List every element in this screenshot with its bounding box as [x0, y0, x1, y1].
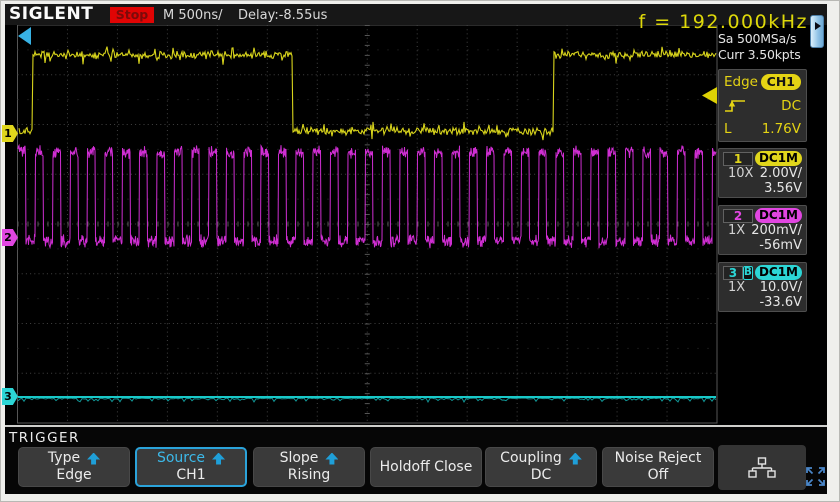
softkey-holdoff-label: Holdoff Close: [380, 459, 473, 476]
memory-depth-readout: Curr 3.50kpts: [718, 47, 801, 62]
trigger-source-badge: CH1: [761, 74, 801, 90]
channel-3-coupling-badge: DC1M: [755, 265, 802, 280]
sample-rate-readout: Sa 500MSa/s: [718, 31, 796, 46]
network-status-button[interactable]: [718, 445, 806, 490]
trigger-level-prefix: L: [724, 121, 732, 137]
channel-1-number: 1: [723, 152, 753, 166]
rising-edge-icon: [724, 98, 746, 113]
channel-1-probe: 10X: [723, 166, 753, 181]
channel-1-coupling-badge: DC1M: [755, 151, 802, 166]
menu-scrollbar[interactable]: [810, 15, 824, 48]
softkey-coupling-value: DC: [531, 467, 552, 484]
channel-3-number: 3: [723, 266, 743, 280]
softkey-type-label: Type: [48, 450, 80, 467]
scrollbar-arrow-icon: [815, 22, 821, 30]
expand-fullscreen-icon[interactable]: [805, 466, 826, 487]
up-arrow-icon: [569, 453, 582, 465]
frequency-counter: f = 192.000kHz: [638, 11, 808, 33]
trigger-level-value: 1.76V: [762, 121, 801, 137]
menu-title: TRIGGER: [9, 430, 80, 446]
softkey-slope-label: Slope: [280, 450, 319, 467]
channel-3-bus-badge: B: [743, 266, 753, 280]
acquisition-state-badge: Stop: [110, 7, 154, 23]
oscilloscope-screen: [5, 4, 827, 494]
channel-3-scale: 10.0V/: [760, 280, 802, 295]
channel-3-offset: -33.6V: [759, 295, 802, 310]
menu-separator: [5, 425, 827, 427]
up-arrow-icon: [325, 453, 338, 465]
brand-logo: SIGLENT: [9, 4, 93, 24]
softkey-type-button[interactable]: Type Edge: [18, 447, 130, 487]
softkey-coupling-label: Coupling: [500, 450, 562, 467]
channel-1-offset: 3.56V: [764, 181, 802, 196]
softkey-type-value: Edge: [56, 467, 91, 484]
timebase-readout: M 500ns/: [163, 8, 223, 23]
softkey-source-label: Source: [157, 450, 205, 467]
softkey-holdoff-button[interactable]: Holdoff Close: [370, 447, 482, 487]
trigger-coupling-label: DC: [781, 98, 801, 114]
softkey-slope-value: Rising: [288, 467, 331, 484]
channel-2-coupling-badge: DC1M: [755, 208, 802, 223]
oscilloscope-frame: SIGLENT Stop M 500ns/ Delay:-8.55us f = …: [0, 0, 840, 502]
channel-2-offset: -56mV: [759, 238, 802, 253]
channel-2-probe: 1X: [723, 223, 745, 238]
lan-network-icon: [748, 457, 776, 479]
up-arrow-icon: [212, 453, 225, 465]
softkey-noise-reject-value: Off: [648, 467, 669, 484]
softkey-source-value: CH1: [176, 467, 205, 484]
trigger-type-label: Edge: [724, 74, 758, 90]
up-arrow-icon: [87, 453, 100, 465]
channel-1-scale: 2.00V/: [760, 166, 802, 181]
delay-readout: Delay:-8.55us: [238, 8, 327, 23]
channel-3-probe: 1X: [723, 280, 745, 295]
channel-2-info-box[interactable]: 2 DC1M 1X 200mV/ -56mV: [718, 205, 807, 255]
softkey-noise-reject-label: Noise Reject: [615, 450, 702, 467]
softkey-slope-button[interactable]: Slope Rising: [253, 447, 365, 487]
softkey-source-button[interactable]: Source CH1: [135, 447, 247, 487]
channel-2-scale: 200mV/: [751, 223, 802, 238]
softkey-coupling-button[interactable]: Coupling DC: [485, 447, 597, 487]
channel-1-info-box[interactable]: 1 DC1M 10X 2.00V/ 3.56V: [718, 148, 807, 198]
channel-3-info-box[interactable]: 3 B DC1M 1X 10.0V/ -33.6V: [718, 262, 807, 312]
trigger-info-box[interactable]: Edge CH1 DC L 1.76V: [718, 69, 807, 142]
softkey-noise-reject-button[interactable]: Noise Reject Off: [602, 447, 714, 487]
channel-2-number: 2: [723, 209, 753, 223]
